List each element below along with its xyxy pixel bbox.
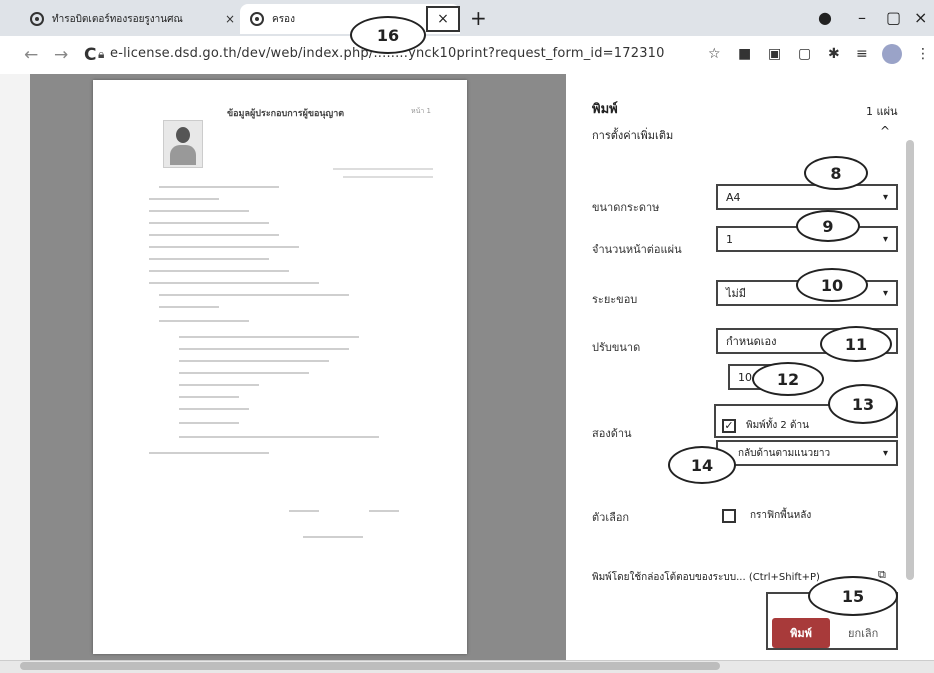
sheet-count: 1 แผ่น	[866, 105, 898, 118]
extension-icon[interactable]: ▢	[798, 46, 811, 62]
document-title: ข้อมูลผู้ประกอบการผู้ขอนุญาต	[227, 109, 345, 119]
flip-select[interactable]: กลับด้านตามแนวยาว ▾	[716, 440, 898, 466]
margins-label: ระยะขอบ	[592, 293, 638, 306]
forward-button[interactable]: →	[54, 45, 68, 65]
scrollbar-thumb[interactable]	[20, 662, 720, 670]
extension-icon[interactable]: ▣	[768, 46, 781, 62]
chevron-down-icon: ▾	[882, 191, 888, 203]
maximize-button[interactable]: ▢	[886, 8, 901, 27]
callout-badge: 12	[752, 362, 824, 396]
profile-icon[interactable]: ●	[818, 8, 832, 27]
avatar[interactable]	[882, 44, 902, 64]
pages-per-sheet-label: จำนวนหน้าต่อแผ่น	[592, 243, 682, 256]
callout-badge: 14	[668, 446, 736, 484]
preview-page: ข้อมูลผู้ประกอบการผู้ขอนุญาต หน้า 1	[93, 80, 467, 654]
cancel-button[interactable]: ยกเลิก	[848, 624, 878, 642]
callout-badge: 13	[828, 384, 898, 424]
applicant-photo	[163, 120, 203, 168]
callout-badge: 16	[350, 16, 426, 54]
tab-first[interactable]: ทำรอบิตเตอร์ทองรอยรูงานศณ ×	[20, 4, 238, 34]
chevron-up-icon[interactable]: ^	[880, 124, 890, 138]
new-tab-button[interactable]: +	[470, 6, 487, 30]
back-button[interactable]: ←	[24, 45, 38, 65]
window-close-button[interactable]: ×	[914, 8, 927, 27]
star-icon[interactable]: ☆	[708, 46, 721, 62]
paper-size-value: A4	[726, 190, 741, 204]
minimize-button[interactable]: –	[858, 8, 866, 27]
more-settings-toggle[interactable]: การตั้งค่าเพิ่มเติม	[592, 126, 673, 144]
globe-icon	[30, 12, 44, 26]
print-button[interactable]: พิมพ์	[772, 618, 830, 648]
background-graphics-label: กราฟิกพื้นหลัง	[750, 510, 812, 521]
sidebar-strip	[0, 74, 30, 660]
panel-scrollbar[interactable]	[906, 140, 914, 580]
menu-icon[interactable]: ⋮	[916, 46, 930, 62]
chevron-down-icon: ▾	[882, 233, 888, 245]
two-sided-option-label: พิมพ์ทั้ง 2 ด้าน	[746, 420, 809, 431]
paper-size-label: ขนาดกระดาษ	[592, 201, 660, 214]
options-label: ตัวเลือก	[592, 511, 630, 524]
callout-badge: 9	[796, 210, 860, 242]
checkbox-unchecked-icon[interactable]	[722, 508, 736, 523]
background-graphics-option[interactable]: กราฟิกพื้นหลัง	[722, 508, 811, 523]
pages-per-sheet-value: 1	[726, 232, 733, 246]
extension-icon[interactable]: ■	[738, 46, 751, 62]
lock-icon[interactable]: 🔒︎	[98, 47, 104, 62]
two-sided-label: สองด้าน	[592, 427, 632, 440]
callout-badge: 10	[796, 268, 868, 302]
print-heading: พิมพ์	[592, 102, 618, 117]
puzzle-icon[interactable]: ✱	[828, 46, 840, 62]
tab-title: ทำรอบิตเตอร์ทองรอยรูงานศณ	[52, 13, 183, 25]
tab-title: ครอง	[272, 13, 295, 25]
two-sided-option[interactable]: ✓ พิมพ์ทั้ง 2 ด้าน	[722, 418, 809, 433]
scale-value: กำหนดเอง	[726, 335, 777, 348]
paper-size-select[interactable]: A4 ▾	[716, 184, 898, 210]
checkbox-checked-icon[interactable]: ✓	[722, 418, 736, 433]
callout-badge: 8	[804, 156, 868, 190]
chevron-down-icon: ▾	[882, 447, 888, 459]
reading-list-icon[interactable]: ≡	[856, 46, 868, 62]
page-number: หน้า 1	[411, 107, 432, 115]
callout-badge: 15	[808, 576, 898, 616]
chevron-down-icon: ▾	[882, 287, 888, 299]
system-dialog-link[interactable]: พิมพ์โดยใช้กล่องโต้ตอบของระบบ... (Ctrl+S…	[592, 570, 820, 585]
tab-close-button[interactable]: ×	[426, 6, 460, 32]
tab-close-icon[interactable]: ×	[222, 12, 238, 26]
callout-badge: 11	[820, 326, 892, 362]
globe-icon	[250, 12, 264, 26]
flip-value: กลับด้านตามแนวยาว	[738, 447, 831, 459]
reload-button[interactable]: C	[84, 45, 96, 65]
margins-value: ไม่มี	[726, 287, 747, 300]
scale-label: ปรับขนาด	[592, 341, 641, 354]
